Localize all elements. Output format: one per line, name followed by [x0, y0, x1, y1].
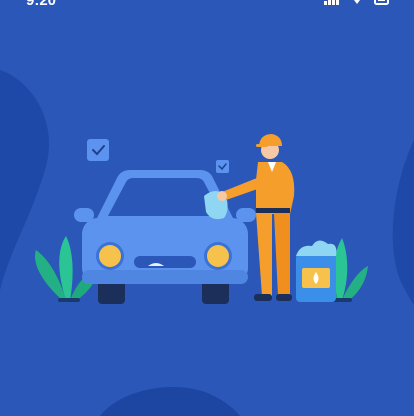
- checkmark-badge-icon: [216, 160, 229, 173]
- soap-bucket-icon: [296, 240, 337, 302]
- checkmark-badge-icon: [87, 139, 109, 161]
- car-wash-illustration: [35, 134, 368, 304]
- splash-screen: 9:20: [0, 0, 414, 416]
